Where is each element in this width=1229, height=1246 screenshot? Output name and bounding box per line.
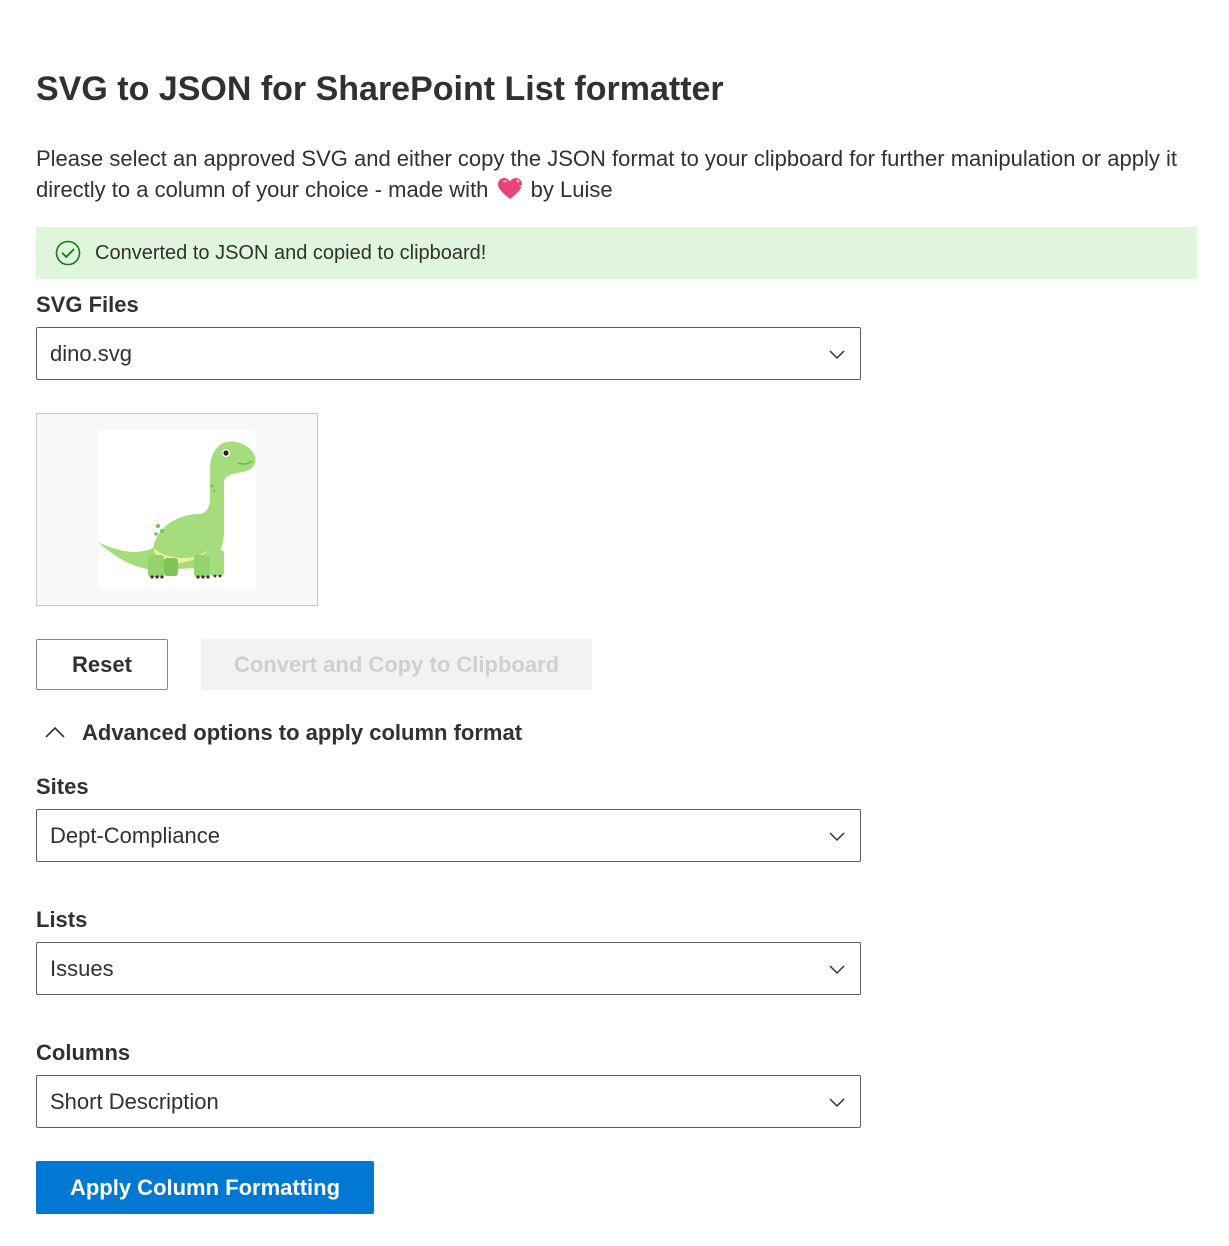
chevron-down-icon (828, 345, 846, 363)
chevron-down-icon (828, 827, 846, 845)
success-message-text: Converted to JSON and copied to clipboar… (95, 241, 487, 264)
sites-label: Sites (36, 774, 89, 799)
reset-button[interactable]: Reset (36, 639, 168, 690)
svg-files-dropdown[interactable]: dino.svg (36, 327, 861, 380)
chevron-up-icon (44, 722, 66, 744)
svg-files-label: SVG Files (36, 292, 139, 317)
columns-label: Columns (36, 1040, 131, 1065)
lists-value: Issues (50, 955, 114, 981)
apply-column-formatting-button[interactable]: Apply Column Formatting (36, 1161, 374, 1214)
sites-dropdown[interactable]: Dept-Compliance (36, 809, 861, 862)
success-message-bar: Converted to JSON and copied to clipboar… (36, 227, 1197, 279)
check-circle-icon (55, 240, 81, 266)
page-description: Please select an approved SVG and either… (36, 143, 1206, 209)
chevron-down-icon (828, 1093, 846, 1111)
dinosaur-image (98, 430, 256, 589)
svg-files-value: dino.svg (50, 340, 132, 366)
columns-value: Short Description (50, 1088, 219, 1114)
lists-dropdown[interactable]: Issues (36, 942, 861, 995)
lists-label: Lists (36, 907, 88, 932)
advanced-options-toggle[interactable]: Advanced options to apply column format (36, 720, 522, 746)
heart-icon (497, 177, 523, 209)
advanced-options-label: Advanced options to apply column format (82, 720, 523, 745)
sites-value: Dept-Compliance (50, 822, 220, 848)
chevron-down-icon (828, 960, 846, 978)
description-author: by Luise (530, 177, 613, 202)
svg-preview (36, 413, 318, 606)
columns-dropdown[interactable]: Short Description (36, 1075, 861, 1128)
convert-copy-button[interactable]: Convert and Copy to Clipboard (201, 639, 592, 690)
page-title: SVG to JSON for SharePoint List formatte… (36, 70, 724, 108)
